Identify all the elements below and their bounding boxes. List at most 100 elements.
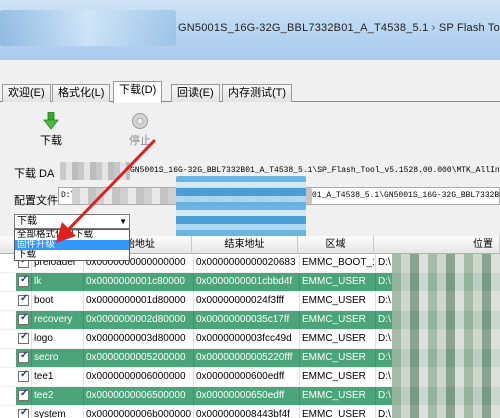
row-checkbox[interactable] (18, 331, 29, 344)
row-gutter (0, 406, 16, 418)
column-divider (375, 254, 376, 272)
column-divider (193, 254, 194, 272)
column-divider (193, 330, 194, 348)
column-divider (83, 292, 84, 310)
tab-readback[interactable]: 回读(E) (171, 84, 220, 102)
stop-button-label: 停止 (129, 135, 151, 147)
row-checkbox[interactable] (18, 388, 29, 401)
col-header-location[interactable]: 位置 (374, 236, 500, 254)
column-divider (375, 273, 376, 291)
column-divider (299, 368, 300, 386)
column-divider (193, 292, 194, 310)
col-header-end[interactable]: 结束地址 (192, 236, 298, 254)
cell-region: EMMC_USER (302, 333, 366, 344)
cell-name: tee1 (34, 371, 54, 382)
title-separator: › (431, 22, 436, 34)
row-checkbox[interactable] (18, 369, 29, 382)
row-checkbox[interactable] (18, 293, 29, 306)
tab-format[interactable]: 格式化(L) (52, 84, 111, 102)
cell-region: EMMC_BOOT_1 (302, 257, 374, 268)
mode-select[interactable]: 下载 ▼ (14, 214, 130, 229)
cell-end: 0x00000000005220fff (196, 352, 293, 363)
cell-name: logo (34, 333, 53, 344)
cell-start: 0x0000000006000000 (86, 371, 186, 382)
cell-location: D:\ (378, 333, 391, 344)
column-divider (299, 349, 300, 367)
cell-name: lk (34, 276, 42, 287)
column-divider (299, 387, 300, 405)
column-divider (299, 254, 300, 272)
download-button[interactable]: 下载 (36, 112, 66, 148)
col-header-region[interactable]: 区域 (298, 236, 374, 254)
column-divider (299, 330, 300, 348)
tab-welcome[interactable]: 欢迎(E) (2, 84, 51, 102)
cell-start: 0x0000000005200000 (86, 352, 186, 363)
chevron-down-icon: ▼ (119, 217, 127, 226)
cell-name: secro (34, 352, 59, 363)
stop-button[interactable]: 停止 (125, 112, 155, 148)
cell-end: 0x00000000600edff (196, 371, 285, 382)
column-divider (83, 387, 84, 405)
dropdown-option-format-all[interactable]: 全部格式化和下载 (15, 230, 129, 240)
column-divider (31, 273, 32, 291)
cell-location: D:\ (378, 371, 391, 382)
column-divider (83, 368, 84, 386)
cell-start: 0x0000000003d80000 (86, 333, 186, 344)
scatter-file-label: 配置文件 (14, 195, 58, 207)
mode-select-value: 下载 (17, 216, 37, 227)
column-divider (193, 311, 194, 329)
cell-end: 0x0000000000020683 (196, 257, 296, 268)
tab-memory-test[interactable]: 内存测试(T) (222, 84, 293, 102)
cell-location: D:\ (378, 314, 391, 325)
column-divider (299, 406, 300, 418)
column-divider (375, 292, 376, 310)
column-divider (83, 349, 84, 367)
tab-download[interactable]: 下载(D) (113, 81, 163, 103)
row-gutter (0, 311, 16, 329)
cell-region: EMMC_USER (302, 314, 366, 325)
cell-name: system (34, 409, 66, 418)
cell-name: boot (34, 295, 54, 306)
cell-region: EMMC_USER (302, 352, 366, 363)
row-gutter (0, 273, 16, 291)
cell-start: 0x0000000006b000000 (86, 409, 192, 418)
column-divider (31, 330, 32, 348)
cell-end: 0x00000000024f3fff (196, 295, 285, 306)
column-divider (83, 406, 84, 418)
row-gutter (0, 292, 16, 310)
row-gutter (0, 387, 16, 405)
column-divider (31, 406, 32, 418)
row-checkbox[interactable] (18, 312, 29, 325)
column-divider (31, 387, 32, 405)
column-divider (193, 387, 194, 405)
cell-location: D:\ (378, 257, 391, 268)
cell-location: D:\ (378, 390, 391, 401)
cell-end: 0x0000000001cbbd4f (196, 276, 293, 287)
cell-name: recovery (34, 314, 73, 325)
cell-region: EMMC_USER (302, 409, 366, 418)
column-divider (375, 311, 376, 329)
stop-disc-icon (132, 113, 148, 129)
column-divider (193, 368, 194, 386)
blurred-title-region (0, 10, 176, 46)
column-divider (299, 292, 300, 310)
cell-region: EMMC_USER (302, 295, 366, 306)
row-checkbox[interactable] (18, 274, 29, 287)
row-checkbox[interactable] (18, 407, 29, 418)
row-checkbox[interactable] (18, 350, 29, 363)
download-button-label: 下载 (40, 135, 62, 147)
dropdown-option-firmware-upgrade[interactable]: 固件升级 (15, 240, 129, 250)
dropdown-option-download-only[interactable]: 下载 (15, 250, 129, 260)
cell-location: D:\ (378, 276, 391, 287)
partition-table: 名字 开始地址 结束地址 区域 位置 preloader0x0000000000… (0, 236, 500, 418)
download-agent-path[interactable]: GN5001S_16G-32G_BBL7332B01_A_T4538_5.1\S… (130, 166, 500, 175)
column-divider (31, 349, 32, 367)
redacted-region (392, 254, 500, 418)
column-divider (375, 387, 376, 405)
window-title: GN5001S_16G-32G_BBL7332B01_A_T4538_5.1 ›… (178, 22, 500, 34)
column-divider (31, 368, 32, 386)
column-divider (83, 311, 84, 329)
tab-strip: 欢迎(E) 格式化(L) 下载(D) 回读(E) 内存测试(T) (0, 80, 500, 103)
cell-end: 0x0000000003fcc49d (196, 333, 292, 344)
download-agent-label: 下载 DA (14, 168, 55, 180)
